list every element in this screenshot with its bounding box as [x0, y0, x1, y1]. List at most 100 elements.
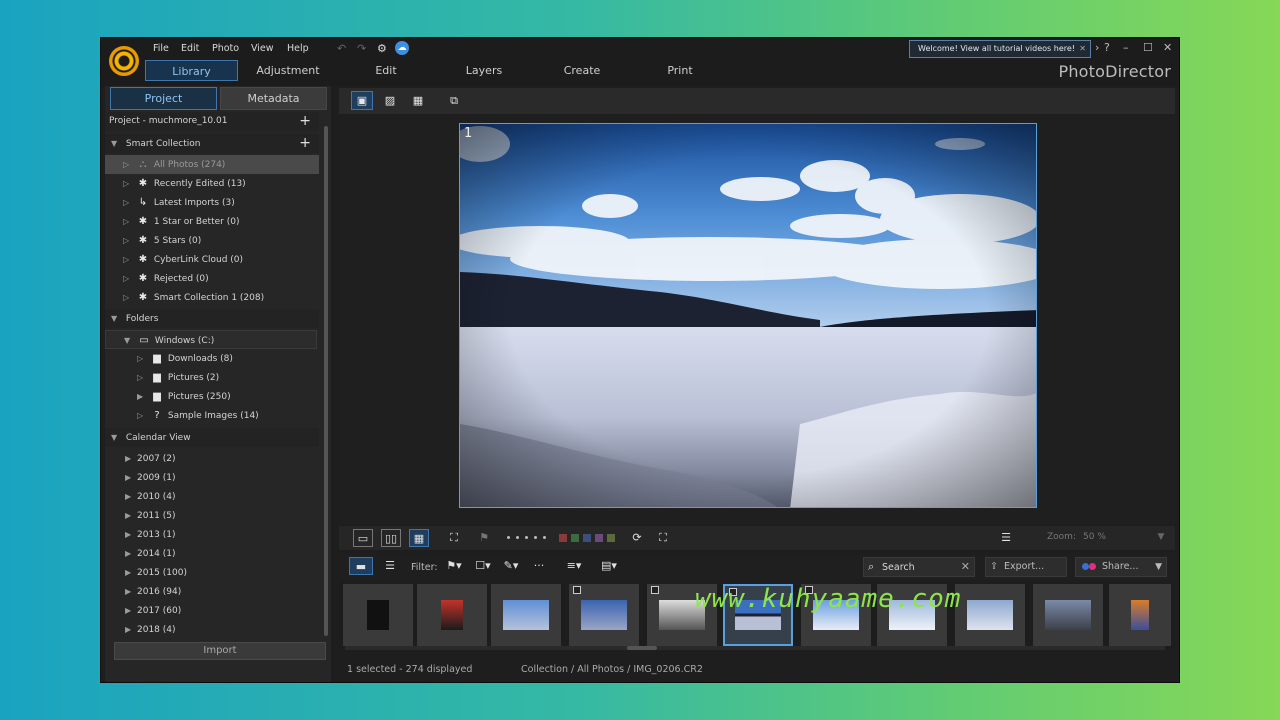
flag-icon[interactable]: ⚑ [473, 529, 495, 547]
thumbnail[interactable] [343, 584, 413, 646]
import-button[interactable]: Import [114, 642, 326, 660]
add-smart-collection-icon[interactable]: + [299, 134, 311, 153]
rating-star-4[interactable] [534, 536, 537, 539]
sort-dropdown-icon[interactable]: ≡▾ [561, 557, 587, 575]
calendar-year-2014[interactable]: ▶ 2014 (1) [105, 544, 176, 563]
maximize-icon[interactable]: ☐ [1143, 41, 1153, 54]
tab-adjustment[interactable]: Adjustment [243, 60, 333, 81]
collection-item-latest-imports[interactable]: ▷ ↳ Latest Imports (3) [105, 193, 235, 212]
list-view-icon[interactable]: ☰ [379, 557, 401, 575]
settings-gear-icon[interactable]: ⚙ [377, 42, 387, 55]
calendar-year-2015[interactable]: ▶ 2015 (100) [105, 563, 187, 582]
thumbnail[interactable] [491, 584, 561, 646]
calendar-view-header[interactable]: ▼ Calendar View [105, 428, 319, 447]
filter-selection-dropdown-icon[interactable]: ☐▾ [471, 557, 495, 575]
clear-search-icon[interactable]: ✕ [961, 560, 970, 573]
color-label-green[interactable] [571, 534, 579, 542]
filter-flag-dropdown-icon[interactable]: ⚑▾ [441, 557, 467, 575]
menu-photo[interactable]: Photo [212, 43, 239, 54]
menu-help[interactable]: Help [287, 43, 309, 54]
filmstrip-scrollbar[interactable] [345, 646, 1165, 650]
share-dropdown-icon[interactable]: ▼ [1155, 558, 1162, 576]
calendar-year-2009[interactable]: ▶ 2009 (1) [105, 468, 176, 487]
tutorial-notification[interactable]: Welcome! View all tutorial videos here! … [909, 40, 1091, 58]
thumbnail[interactable] [1109, 584, 1171, 646]
rating-star-2[interactable] [516, 536, 519, 539]
folder-item-sample-images[interactable]: ▷? Sample Images (14) [105, 406, 259, 425]
minimize-icon[interactable]: – [1123, 41, 1129, 54]
collection-item-smart-collection-1[interactable]: ▷ ✱ Smart Collection 1 (208) [105, 288, 264, 307]
thumbnail[interactable] [417, 584, 487, 646]
calendar-year-2010[interactable]: ▶ 2010 (4) [105, 487, 176, 506]
expand-arrow-icon[interactable]: › [1095, 41, 1099, 54]
compare-multiple-icon[interactable]: ▦ [409, 529, 429, 547]
main-photo[interactable]: 1 [459, 123, 1037, 508]
grid-view-icon[interactable]: ▦ [407, 91, 429, 110]
single-image-view-icon[interactable]: ▨ [379, 91, 401, 110]
tab-library[interactable]: Library [145, 60, 238, 81]
zoom-dropdown-icon[interactable]: ▼ [1151, 529, 1171, 547]
cyberlink-account-icon[interactable]: ☁ [395, 41, 409, 55]
folder-item-downloads[interactable]: ▷ ▆ Downloads (8) [105, 349, 233, 368]
loupe-view-icon[interactable]: ▣ [351, 91, 373, 110]
collection-item-1-star[interactable]: ▷ ✱ 1 Star or Better (0) [105, 212, 239, 231]
color-label-red[interactable] [559, 534, 567, 542]
redo-icon[interactable]: ↷ [357, 42, 366, 55]
calendar-year-2013[interactable]: ▶ 2013 (1) [105, 525, 176, 544]
calendar-year-2016[interactable]: ▶ 2016 (94) [105, 582, 181, 601]
collection-item-cyberlink-cloud[interactable]: ▷ ✱ CyberLink Cloud (0) [105, 250, 243, 269]
search-field[interactable]: ⌕ Search ✕ [863, 557, 975, 577]
calendar-year-2018[interactable]: ▶ 2018 (4) [105, 620, 176, 639]
collection-item-5-stars[interactable]: ▷ ✱ 5 Stars (0) [105, 231, 201, 250]
menu-view[interactable]: View [251, 43, 274, 54]
color-label-olive[interactable] [607, 534, 615, 542]
collection-item-recently-edited[interactable]: ▷ ✱ Recently Edited (13) [105, 174, 246, 193]
sort-options-icon[interactable]: ☰ [995, 529, 1017, 547]
calendar-year-2007[interactable]: ▶ 2007 (2) [105, 449, 176, 468]
color-label-purple[interactable] [595, 534, 603, 542]
filter-edit-dropdown-icon[interactable]: ✎▾ [499, 557, 523, 575]
tab-create[interactable]: Create [537, 60, 627, 81]
tab-print[interactable]: Print [635, 60, 725, 81]
folders-header[interactable]: ▼ Folders [105, 309, 319, 328]
close-notification-icon[interactable]: ✕ [1079, 41, 1086, 57]
undo-icon[interactable]: ↶ [337, 42, 346, 55]
collection-item-rejected[interactable]: ▷ ✱ Rejected (0) [105, 269, 209, 288]
help-icon[interactable]: ? [1104, 41, 1110, 54]
filmstrip-view-icon[interactable]: ▬ [349, 557, 373, 575]
zoom-value[interactable]: 50 % [1083, 532, 1106, 542]
panel-scrollbar[interactable] [324, 126, 328, 636]
share-button[interactable]: Share... ▼ [1075, 557, 1167, 577]
menu-edit[interactable]: Edit [181, 43, 199, 54]
face-tagging-icon[interactable]: ⛶ [443, 529, 465, 547]
filter-rating-dropdown-icon[interactable]: ··· [527, 557, 551, 575]
rating-star-3[interactable] [525, 536, 528, 539]
compare-two-icon[interactable]: ▯▯ [381, 529, 401, 547]
fit-screen-icon[interactable]: ⛶ [653, 529, 673, 547]
filmstrip-scroll-thumb[interactable] [627, 646, 657, 650]
tab-layers[interactable]: Layers [439, 60, 529, 81]
stack-dropdown-icon[interactable]: ▤▾ [597, 557, 621, 575]
folder-item-pictures[interactable]: ▷ ▆ Pictures (2) [105, 368, 219, 387]
rating-star-1[interactable] [507, 536, 510, 539]
calendar-year-2017[interactable]: ▶ 2017 (60) [105, 601, 181, 620]
thumbnail[interactable] [1033, 584, 1103, 646]
collection-item-all-photos[interactable]: ▷ ⛬ All Photos (274) [105, 155, 319, 174]
rating-star-5[interactable] [543, 536, 546, 539]
folder-drive-windows[interactable]: ▼ ▭ Windows (C:) [105, 330, 317, 349]
single-view-icon[interactable]: ▭ [353, 529, 373, 547]
tab-edit[interactable]: Edit [341, 60, 431, 81]
tab-project[interactable]: Project [110, 87, 217, 110]
thumbnail[interactable] [569, 584, 639, 646]
folder-item-pictures-250[interactable]: ▶ ▆ Pictures (250) [105, 387, 231, 406]
thumbnail[interactable] [955, 584, 1025, 646]
second-display-icon[interactable]: ⧉ [443, 91, 465, 110]
menu-file[interactable]: File [153, 43, 169, 54]
rotate-icon[interactable]: ⟳ [627, 529, 647, 547]
calendar-year-2011[interactable]: ▶ 2011 (5) [105, 506, 176, 525]
export-button[interactable]: ⇪ Export... [985, 557, 1067, 577]
tab-metadata[interactable]: Metadata [220, 87, 327, 110]
add-project-icon[interactable]: + [299, 112, 311, 131]
close-window-icon[interactable]: ✕ [1163, 41, 1172, 54]
smart-collection-header[interactable]: ▼ Smart Collection + [105, 134, 319, 153]
